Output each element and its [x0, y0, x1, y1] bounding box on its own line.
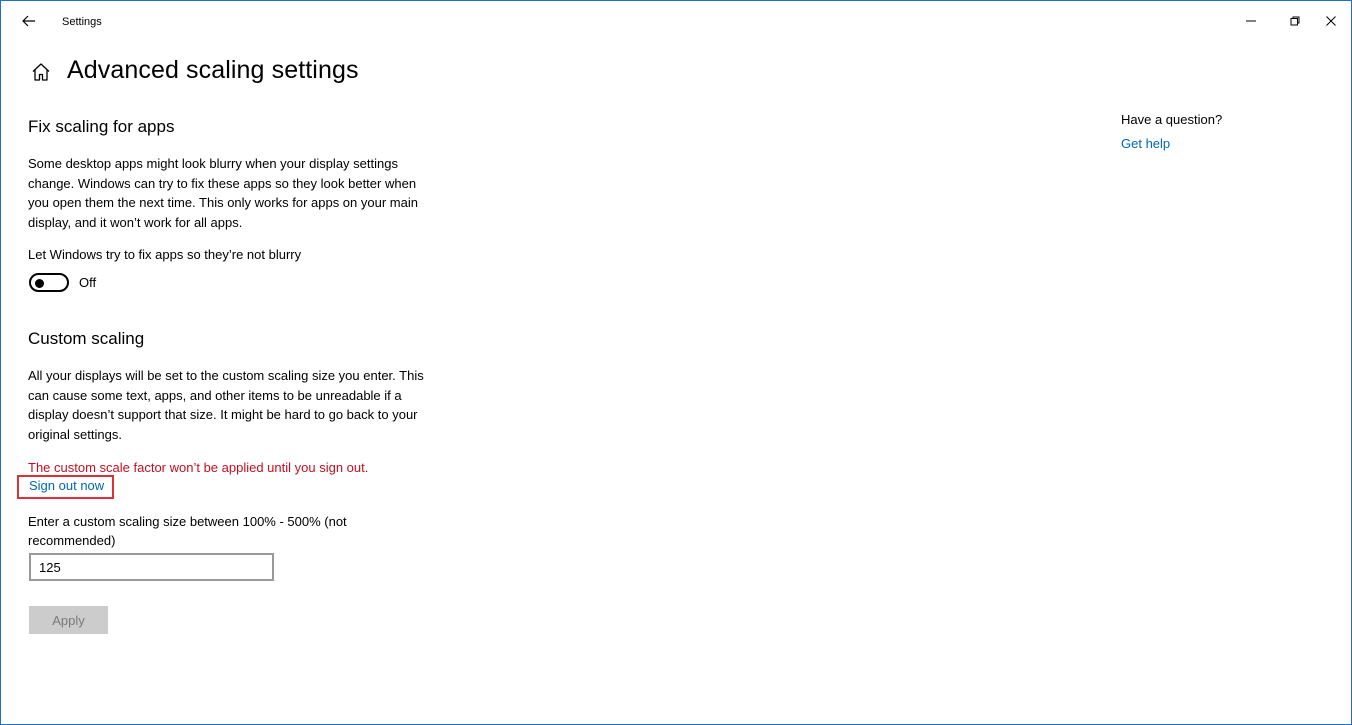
- back-arrow-icon: [22, 15, 35, 27]
- close-icon: [1326, 16, 1336, 26]
- fix-scaling-heading: Fix scaling for apps: [28, 117, 175, 136]
- get-help-link[interactable]: Get help: [1121, 136, 1170, 151]
- fix-apps-toggle-label: Let Windows try to fix apps so they’re n…: [28, 247, 302, 262]
- custom-scaling-description: All your displays will be set to the cus…: [28, 368, 424, 442]
- sign-out-warning: The custom scale factor won’t be applied…: [28, 460, 369, 475]
- minimize-button[interactable]: [1233, 7, 1269, 35]
- custom-scaling-input[interactable]: [29, 553, 274, 581]
- toggle-knob: [35, 278, 44, 288]
- title-bar: Settings: [1, 1, 1351, 43]
- apply-button[interactable]: Apply: [29, 606, 108, 634]
- page-title: Advanced scaling settings: [67, 56, 359, 84]
- settings-window: Settings Advanced scaling settings Fix s…: [0, 0, 1352, 725]
- sign-out-now-link[interactable]: Sign out now: [29, 478, 104, 493]
- close-button[interactable]: [1313, 7, 1349, 35]
- home-icon[interactable]: [31, 62, 51, 82]
- back-button[interactable]: [15, 9, 43, 33]
- restore-button[interactable]: [1277, 7, 1313, 35]
- restore-icon: [1290, 16, 1300, 26]
- minimize-icon: [1246, 20, 1256, 22]
- custom-scaling-input-label: Enter a custom scaling size between 100%…: [28, 514, 347, 548]
- fix-apps-toggle[interactable]: [29, 273, 69, 292]
- have-a-question-heading: Have a question?: [1121, 112, 1223, 127]
- custom-scaling-heading: Custom scaling: [28, 329, 145, 348]
- app-title: Settings: [62, 16, 102, 28]
- toggle-state-text: Off: [79, 275, 97, 290]
- fix-scaling-description: Some desktop apps might look blurry when…: [28, 156, 418, 230]
